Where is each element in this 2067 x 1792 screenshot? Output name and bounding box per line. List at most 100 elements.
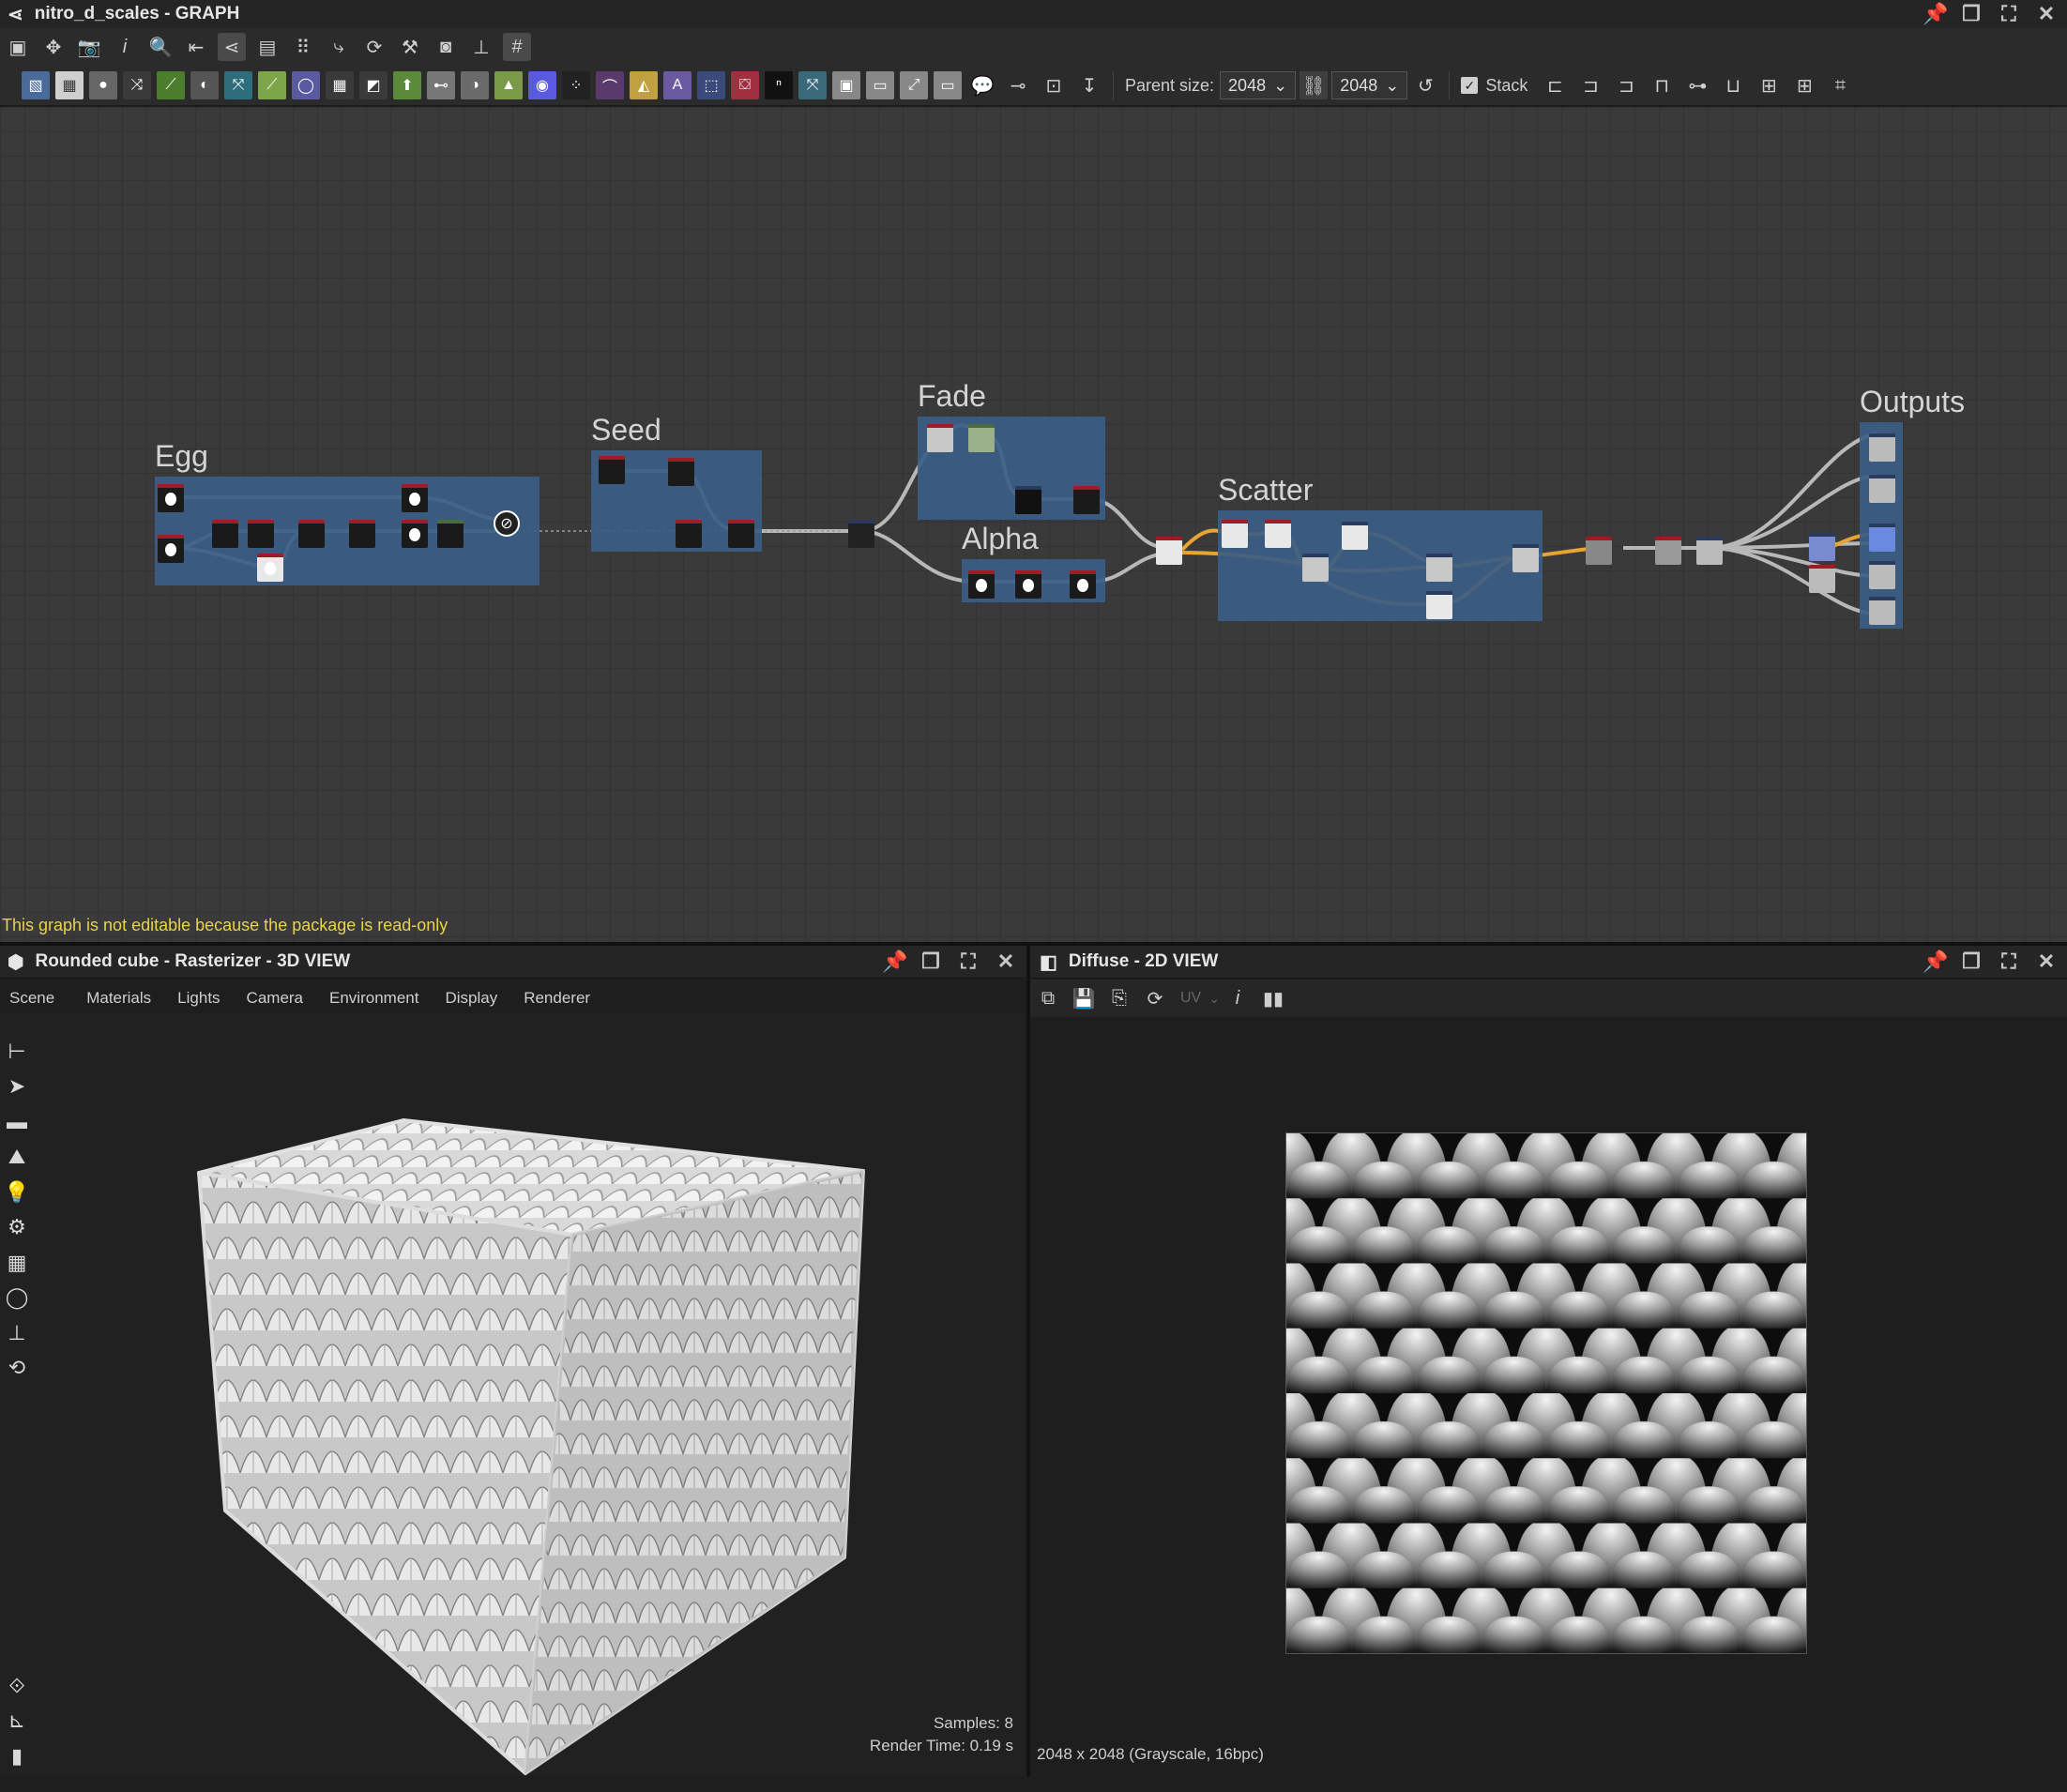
- comments-icon[interactable]: ▤: [253, 33, 281, 61]
- restore-icon[interactable]: ❐: [1960, 949, 1983, 974]
- align-icon[interactable]: ⠿: [289, 33, 317, 61]
- graph-node[interactable]: [1070, 570, 1096, 599]
- menu-renderer[interactable]: Renderer: [514, 989, 600, 1008]
- environment-icon[interactable]: ⛰: [8, 1140, 25, 1176]
- copy-icon[interactable]: ⎘: [1105, 984, 1133, 1012]
- tools-icon[interactable]: ⚒: [396, 33, 424, 61]
- graph-node[interactable]: [1426, 554, 1452, 582]
- stamp-icon[interactable]: ⊥: [467, 33, 495, 61]
- graph-node[interactable]: [1073, 486, 1100, 514]
- graph-node[interactable]: [1265, 520, 1291, 548]
- snap-icon[interactable]: ⌗: [1826, 71, 1854, 99]
- close-icon[interactable]: ✕: [2035, 2, 2058, 26]
- pin-icon[interactable]: 📌: [882, 949, 907, 974]
- graph-node[interactable]: [402, 484, 428, 512]
- layers-icon[interactable]: ⟐: [8, 1668, 24, 1704]
- align-middle-icon[interactable]: ⊶: [1683, 71, 1711, 99]
- graph-node[interactable]: [1655, 537, 1681, 565]
- save-icon[interactable]: 💾: [1070, 984, 1098, 1012]
- close-icon[interactable]: ✕: [2035, 949, 2058, 974]
- output-node[interactable]: [1869, 475, 1895, 503]
- distribute-h-icon[interactable]: ⊞: [1755, 71, 1783, 99]
- maximize-icon[interactable]: ⛶: [1998, 949, 2020, 974]
- graph-node[interactable]: [158, 535, 184, 563]
- screenshot-icon[interactable]: 📷: [75, 33, 103, 61]
- graph-node[interactable]: [1696, 537, 1723, 565]
- stamp-icon[interactable]: ⊥: [8, 1315, 25, 1351]
- light-icon[interactable]: 💡: [4, 1175, 29, 1210]
- blend-icon[interactable]: ◐: [190, 71, 219, 99]
- parent-size-width-select[interactable]: 2048 ⌄: [1220, 71, 1297, 99]
- link-size-icon[interactable]: ⛓: [1299, 71, 1329, 99]
- graph-node[interactable]: [1302, 554, 1329, 582]
- fill-icon[interactable]: ⛋: [731, 71, 759, 99]
- parent-size-height-select[interactable]: 2048 ⌄: [1331, 71, 1408, 99]
- input-icon[interactable]: ⤢: [900, 71, 928, 99]
- graph-node[interactable]: [1512, 544, 1539, 572]
- graph-node[interactable]: [1809, 565, 1835, 593]
- graph-node[interactable]: [298, 520, 325, 548]
- align-left-icon[interactable]: ⊏: [1541, 71, 1569, 99]
- graph-node[interactable]: [257, 554, 283, 582]
- wire-style-icon[interactable]: ⤷: [325, 33, 353, 61]
- align-center-icon[interactable]: ⊐: [1576, 71, 1604, 99]
- hierarchy-icon[interactable]: ⊢: [8, 1034, 25, 1070]
- material-icon[interactable]: ▦: [8, 1245, 27, 1281]
- graph-node[interactable]: [158, 484, 184, 512]
- reset-size-icon[interactable]: ↺: [1411, 71, 1439, 99]
- shuffle-icon[interactable]: ⤨: [123, 71, 151, 99]
- curve-icon[interactable]: ⟋: [157, 71, 185, 99]
- mirror-icon[interactable]: ◭: [630, 71, 658, 99]
- copy-view-icon[interactable]: ⧉: [1034, 984, 1062, 1012]
- pin-icon[interactable]: 📌: [1923, 2, 1948, 26]
- graph-node[interactable]: [437, 520, 464, 548]
- transform-icon[interactable]: ◯: [292, 71, 320, 99]
- svg-atom-icon[interactable]: ▦: [55, 71, 84, 99]
- maximize-icon[interactable]: ⛶: [957, 949, 980, 974]
- comment-icon[interactable]: 💬: [968, 71, 996, 99]
- select-icon[interactable]: ➤: [8, 1070, 25, 1105]
- align-top-icon[interactable]: ⊓: [1648, 71, 1676, 99]
- align-right-icon[interactable]: ⊐: [1612, 71, 1640, 99]
- reset-camera-icon[interactable]: ⟲: [8, 1351, 25, 1387]
- graph-node[interactable]: [848, 520, 874, 548]
- output-node[interactable]: [1869, 561, 1895, 589]
- slope-blur-icon[interactable]: ▣: [832, 71, 860, 99]
- graph-node[interactable]: [402, 520, 428, 548]
- menu-scene[interactable]: Scene: [0, 989, 64, 1008]
- pan-icon[interactable]: ✥: [39, 33, 68, 61]
- text-icon[interactable]: A: [663, 71, 692, 99]
- graph-node[interactable]: [968, 424, 995, 452]
- histogram-icon[interactable]: ▲: [494, 71, 523, 99]
- histogram-icon[interactable]: ▮▮: [1259, 984, 1287, 1012]
- pixel-processor-icon[interactable]: ⁿ: [765, 71, 793, 99]
- settings-icon[interactable]: ⚙: [8, 1210, 26, 1246]
- graph-node[interactable]: [212, 520, 238, 548]
- graph-node[interactable]: [1015, 570, 1041, 599]
- bounding-icon[interactable]: ⬚: [697, 71, 725, 99]
- emboss-icon[interactable]: ◩: [359, 71, 388, 99]
- graph-node[interactable]: [1222, 520, 1248, 548]
- graph-node[interactable]: [668, 458, 694, 486]
- graph-node[interactable]: [1586, 537, 1612, 565]
- graph-node[interactable]: [1156, 537, 1182, 565]
- maximize-icon[interactable]: ⛶: [1998, 2, 2020, 26]
- graph-node[interactable]: [1426, 591, 1452, 619]
- restore-icon[interactable]: ❐: [920, 949, 942, 974]
- levels-icon[interactable]: ◑: [461, 71, 489, 99]
- menu-materials[interactable]: Materials: [77, 989, 160, 1008]
- restore-icon[interactable]: ❐: [1960, 2, 1983, 26]
- graph-node[interactable]: [599, 456, 625, 484]
- graph-node[interactable]: [248, 520, 274, 548]
- distribute-v-icon[interactable]: ⊞: [1790, 71, 1818, 99]
- gradient-map-icon[interactable]: ⟋: [258, 71, 286, 99]
- switch-icon[interactable]: ▭: [866, 71, 894, 99]
- uv-toggle[interactable]: UV: [1180, 990, 1201, 1007]
- graph-node[interactable]: [1015, 486, 1041, 514]
- graph-node[interactable]: [676, 520, 702, 548]
- menu-environment[interactable]: Environment: [320, 989, 428, 1008]
- align-bottom-icon[interactable]: ⊔: [1719, 71, 1747, 99]
- frame-all-icon[interactable]: ▣: [4, 33, 32, 61]
- link-nodes-icon[interactable]: ⇤: [182, 33, 210, 61]
- graph-node[interactable]: [968, 570, 995, 599]
